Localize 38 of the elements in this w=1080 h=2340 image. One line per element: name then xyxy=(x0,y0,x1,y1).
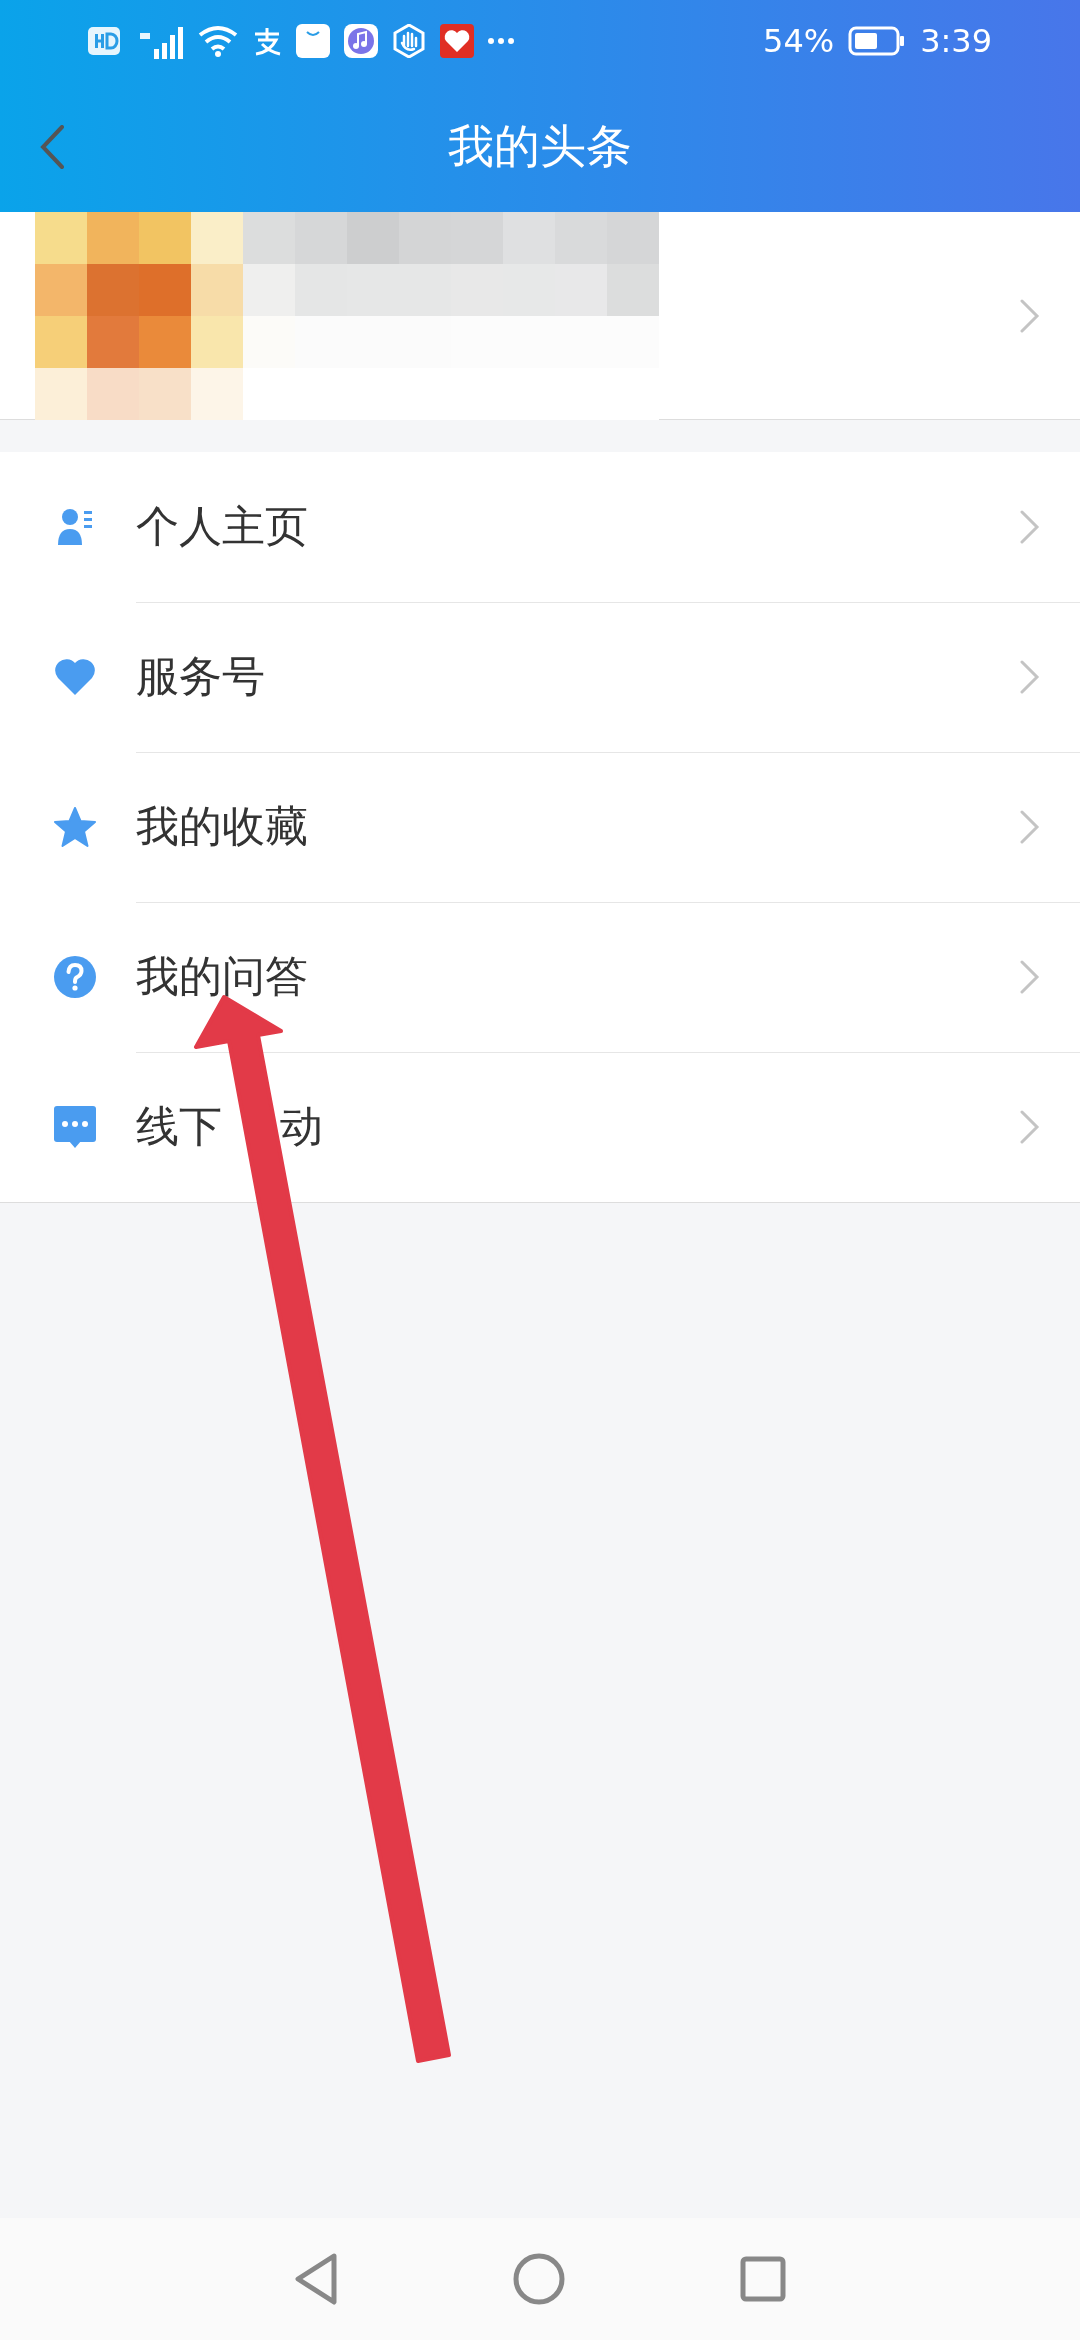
shopping-bag-icon xyxy=(296,24,330,58)
back-button[interactable] xyxy=(40,125,64,169)
menu-item[interactable]: 服务号 xyxy=(0,602,1080,752)
star-icon xyxy=(54,807,96,847)
chevron-right-icon xyxy=(1020,509,1040,544)
menu-label: 我的问答 xyxy=(136,949,308,1003)
menu-item[interactable]: 个人主页 xyxy=(0,452,1080,602)
recents-nav-button[interactable] xyxy=(740,2256,786,2302)
status-time: 3:39 xyxy=(920,22,992,60)
menu-label-end: 动 xyxy=(280,1100,324,1153)
chevron-right-icon xyxy=(1020,809,1040,844)
hd-icon xyxy=(88,27,120,55)
battery-icon xyxy=(848,26,907,56)
heart-icon xyxy=(53,657,97,697)
more-icon xyxy=(488,38,514,44)
chat-bubble-icon xyxy=(54,1106,96,1148)
person-card-icon xyxy=(58,507,92,547)
menu-label: 线下 xyxy=(136,1100,222,1153)
home-nav-button[interactable] xyxy=(513,2253,565,2305)
battery-percent: 54% xyxy=(763,22,835,60)
chevron-right-icon xyxy=(1020,298,1040,333)
menu-item[interactable]: 我的收藏 xyxy=(0,752,1080,902)
wifi-icon xyxy=(198,25,238,57)
app-icon xyxy=(252,26,282,56)
chevron-right-icon xyxy=(1020,959,1040,994)
hand-icon xyxy=(392,24,426,58)
profile-row[interactable] xyxy=(0,212,1080,420)
menu-label: 个人主页 xyxy=(136,499,308,553)
chevron-right-icon xyxy=(1020,659,1040,694)
menu-item[interactable]: 线下 动 xyxy=(0,1052,1080,1202)
menu-label: 我的收藏 xyxy=(136,799,308,853)
page-title: 我的头条 xyxy=(448,118,632,175)
menu-label: 服务号 xyxy=(136,649,265,703)
question-icon xyxy=(54,956,96,998)
heart-app-icon xyxy=(440,24,474,58)
back-nav-button[interactable] xyxy=(294,2253,338,2305)
chevron-right-icon xyxy=(1020,1110,1040,1144)
music-note-icon xyxy=(344,24,378,58)
